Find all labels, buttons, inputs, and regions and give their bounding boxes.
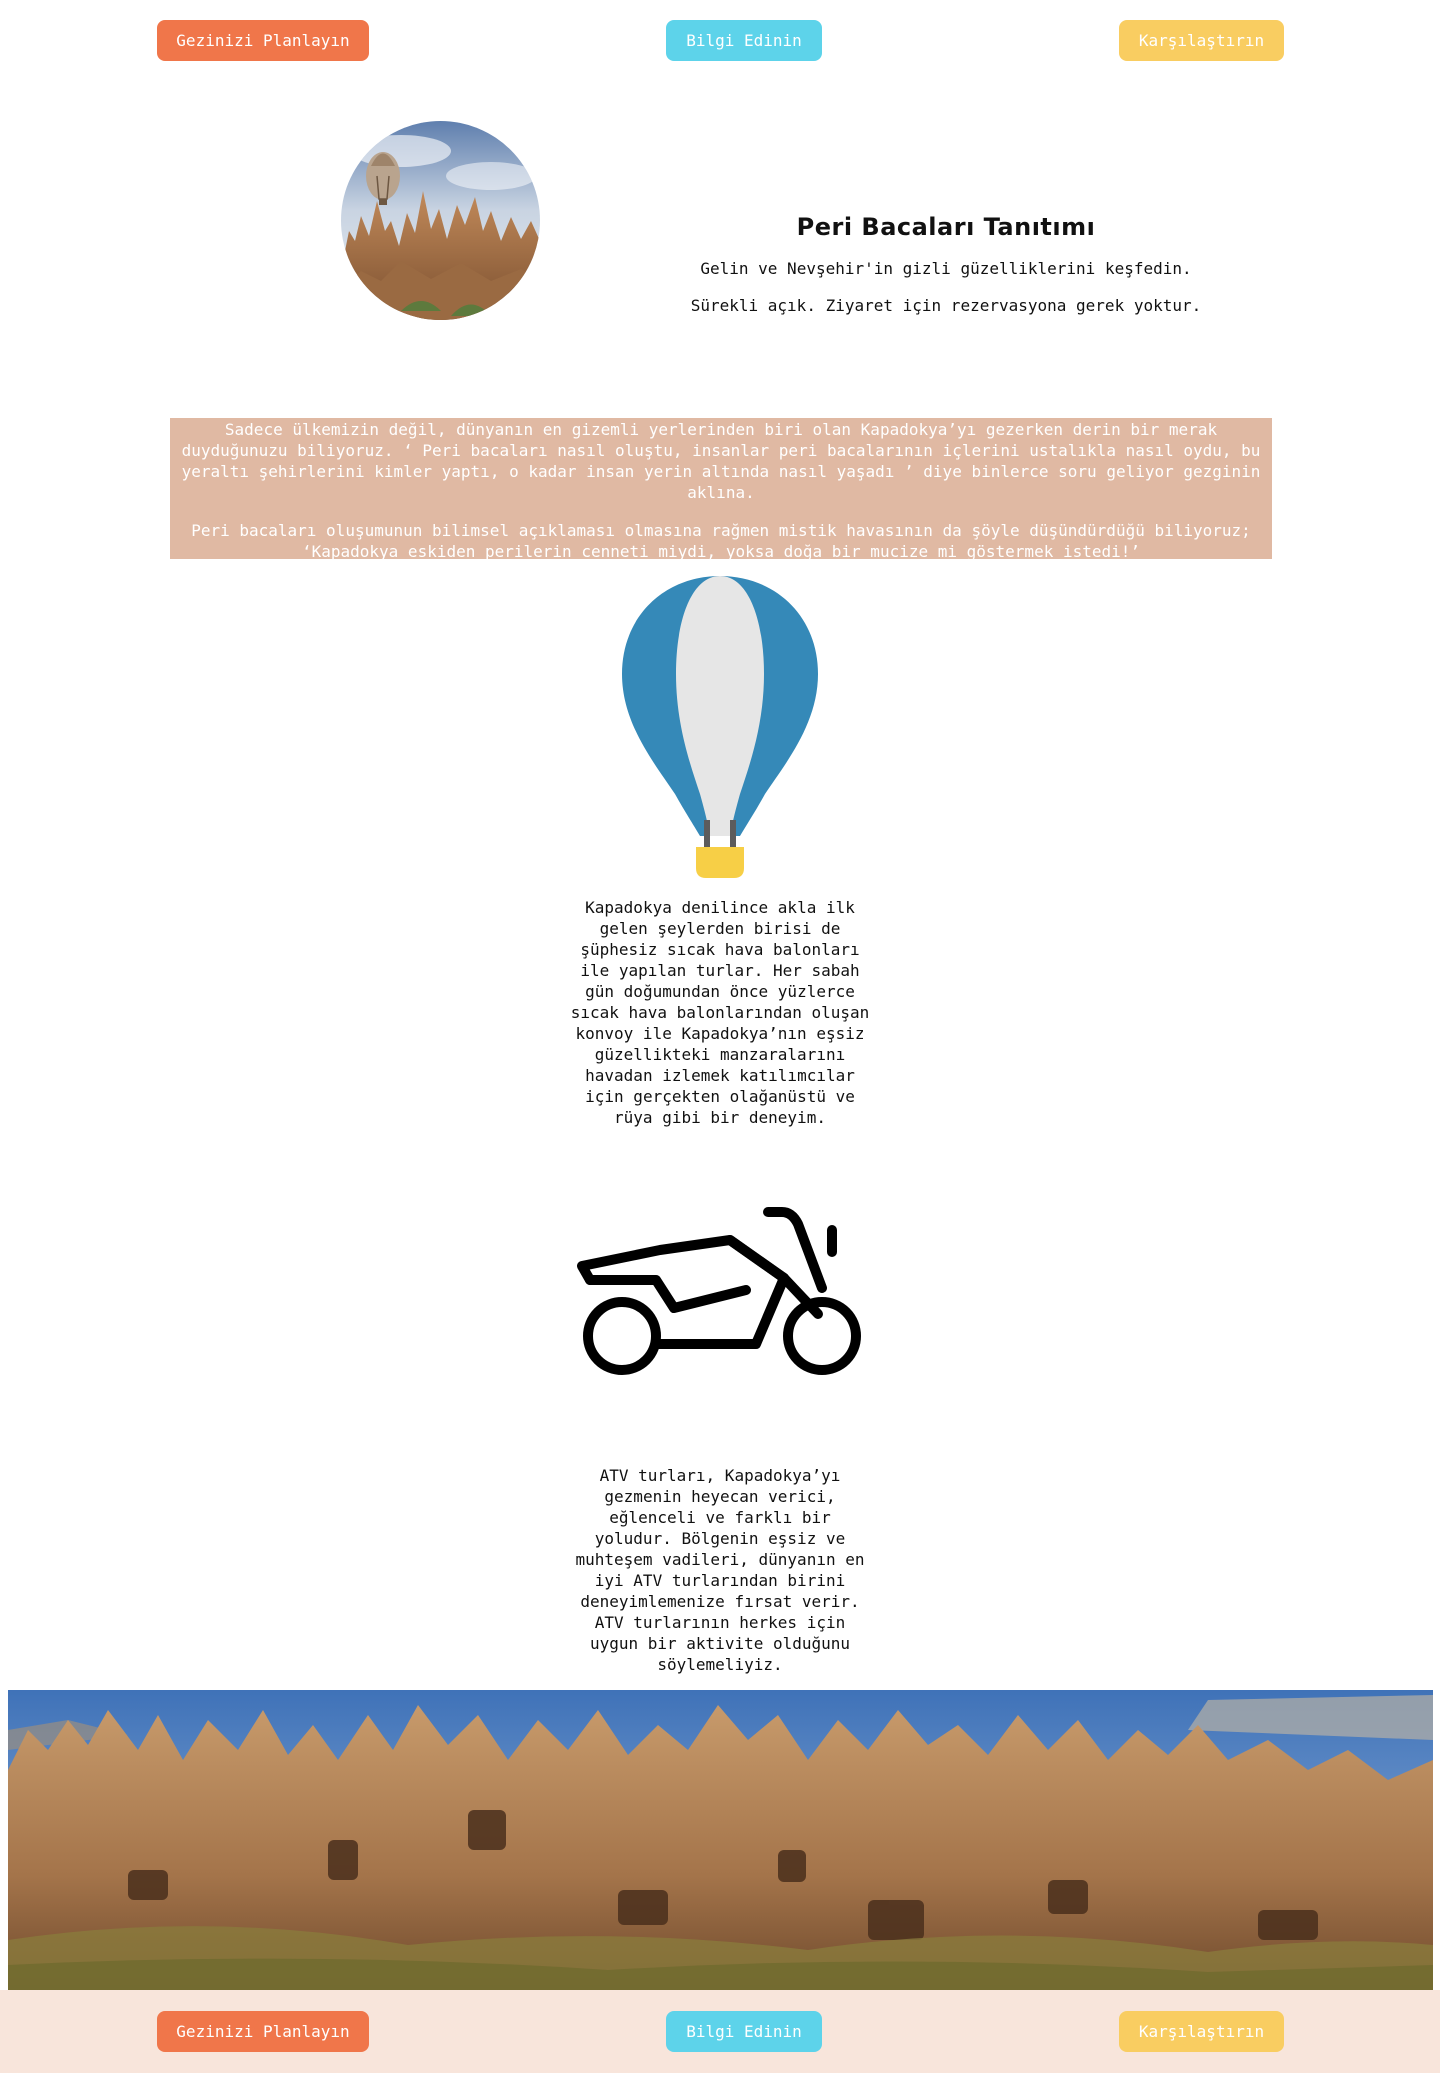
footer-plan-trip-button[interactable]: Gezinizi Planlayın (157, 2011, 369, 2052)
intro-tagline: Gelin ve Nevşehir'in gizli güzelliklerin… (700, 259, 1192, 278)
cappadocia-landscape-photo (8, 1690, 1433, 1990)
plan-trip-button[interactable]: Gezinizi Planlayın (157, 20, 369, 61)
bottom-nav: Gezinizi Planlayın Bilgi Edinin Karşılaş… (0, 1990, 1440, 2073)
page-title: Peri Bacaları Tanıtımı (796, 213, 1096, 241)
compare-button[interactable]: Karşılaştırın (1119, 20, 1284, 61)
atv-description: ATV turları, Kapadokya’yı gezmenin heyec… (575, 1466, 865, 1674)
top-nav: Gezinizi Planlayın Bilgi Edinin Karşılaş… (0, 0, 1440, 61)
balloon-description: Kapadokya denilince akla ilk gelen şeyle… (570, 898, 870, 1127)
footer-compare-button[interactable]: Karşılaştırın (1119, 2011, 1284, 2052)
atv-icon (570, 1204, 870, 1382)
hot-air-balloon-icon (620, 574, 820, 878)
story-paragraph-2: Peri bacaları oluşumunun bilimsel açıkla… (191, 521, 1251, 561)
hero-fairy-chimneys-photo (341, 121, 540, 320)
footer-learn-more-button[interactable]: Bilgi Edinin (666, 2011, 822, 2052)
intro-open-hours: Sürekli açık. Ziyaret için rezervasyona … (690, 296, 1202, 315)
learn-more-button[interactable]: Bilgi Edinin (666, 20, 822, 61)
intro-section: Peri Bacaları Tanıtımı Gelin ve Nevşehir… (640, 210, 1252, 316)
story-block: Sadece ülkemizin değil, dünyanın en gize… (170, 418, 1272, 561)
story-paragraph-1: Sadece ülkemizin değil, dünyanın en gize… (181, 420, 1261, 502)
